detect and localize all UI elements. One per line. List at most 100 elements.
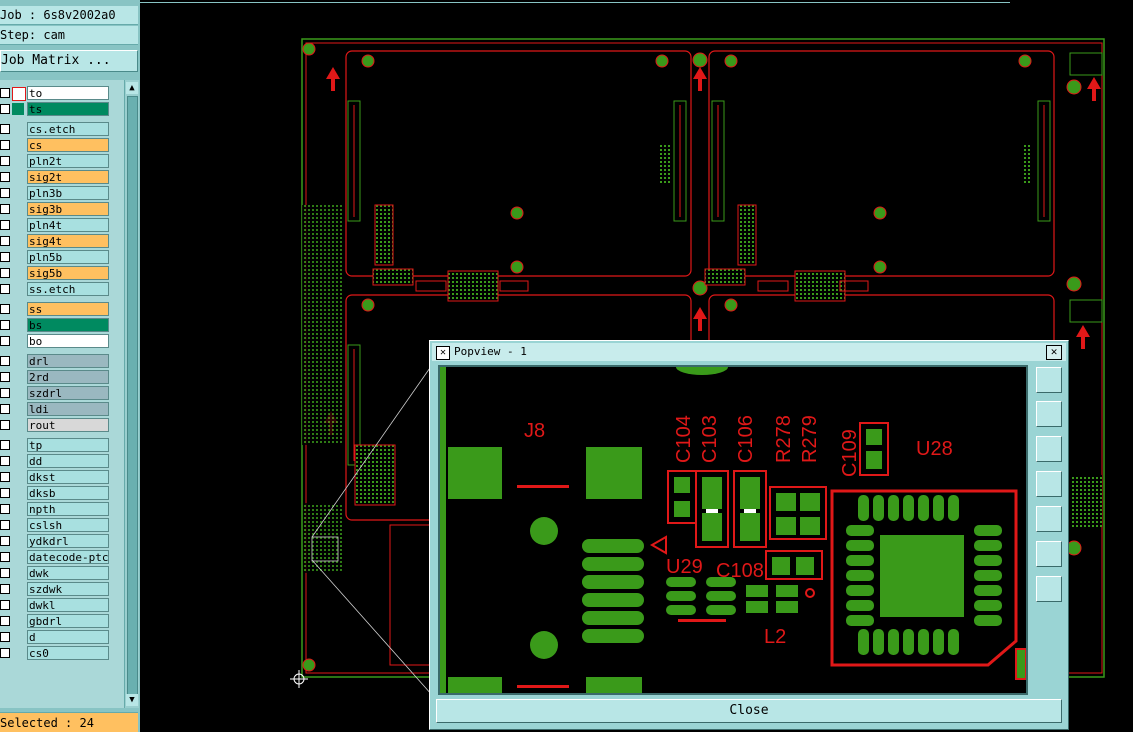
layer-row[interactable]: szdwk [0, 582, 112, 596]
layer-checkbox[interactable] [0, 552, 10, 562]
layer-checkbox[interactable] [0, 320, 10, 330]
layer-row[interactable]: sig5b [0, 266, 112, 280]
layer-checkbox[interactable] [0, 104, 10, 114]
zoom-in-icon[interactable] [1036, 541, 1062, 567]
layer-name[interactable]: cslsh [27, 518, 109, 532]
zoom-fit-icon[interactable] [1036, 367, 1062, 393]
layer-checkbox[interactable] [0, 356, 10, 366]
layer-name[interactable]: pln5b [27, 250, 109, 264]
scroll-up-icon[interactable]: ▲ [126, 82, 138, 94]
layer-row[interactable]: pln4t [0, 218, 112, 232]
layer-name[interactable]: tp [27, 438, 109, 452]
layer-row[interactable]: sig3b [0, 202, 112, 216]
scroll-down-icon[interactable]: ▼ [126, 694, 138, 706]
layer-row[interactable]: cs0 [0, 646, 112, 660]
layer-name[interactable]: dwk [27, 566, 109, 580]
layer-name[interactable]: drl [27, 354, 109, 368]
layer-row[interactable]: pln5b [0, 250, 112, 264]
layer-name[interactable]: ss.etch [27, 282, 109, 296]
layer-checkbox[interactable] [0, 124, 10, 134]
pan-right-icon[interactable] [1036, 506, 1062, 532]
scroll-thumb[interactable] [127, 96, 138, 696]
layer-row[interactable]: dksb [0, 486, 112, 500]
layer-name[interactable]: pln3b [27, 186, 109, 200]
layer-checkbox[interactable] [0, 284, 10, 294]
layer-row[interactable]: bo [0, 334, 112, 348]
layer-checkbox[interactable] [0, 616, 10, 626]
layer-row[interactable]: dd [0, 454, 112, 468]
layer-checkbox[interactable] [0, 204, 10, 214]
layer-checkbox[interactable] [0, 268, 10, 278]
layer-checkbox[interactable] [0, 172, 10, 182]
layer-row[interactable]: ss.etch [0, 282, 112, 296]
layer-row[interactable]: tp [0, 438, 112, 452]
layer-name[interactable]: bo [27, 334, 109, 348]
close-button[interactable]: Close [436, 699, 1062, 723]
layer-row[interactable]: ss [0, 302, 112, 316]
layer-name[interactable]: dksb [27, 486, 109, 500]
layer-row[interactable]: ts [0, 102, 112, 116]
layer-name[interactable]: 2rd [27, 370, 109, 384]
layer-row[interactable]: pln2t [0, 154, 112, 168]
layer-checkbox[interactable] [0, 440, 10, 450]
layer-row[interactable]: to [0, 86, 112, 101]
layer-checkbox[interactable] [0, 648, 10, 658]
job-matrix-button[interactable]: Job Matrix ... [0, 50, 138, 72]
layer-row[interactable]: rout [0, 418, 112, 432]
layer-checkbox[interactable] [0, 220, 10, 230]
layer-checkbox[interactable] [0, 568, 10, 578]
layer-row[interactable]: dkst [0, 470, 112, 484]
layer-name[interactable]: dwkl [27, 598, 109, 612]
layer-name[interactable]: sig3b [27, 202, 109, 216]
layer-row[interactable]: 2rd [0, 370, 112, 384]
layer-name[interactable]: pln2t [27, 154, 109, 168]
layer-name[interactable]: szdrl [27, 386, 109, 400]
layer-checkbox[interactable] [0, 420, 10, 430]
layer-row[interactable]: gbdrl [0, 614, 112, 628]
popview-canvas[interactable]: J8 C104 C103 C106 R278 R279 C109 U28 U29… [438, 365, 1028, 695]
layer-row[interactable]: sig4t [0, 234, 112, 248]
layer-name[interactable]: gbdrl [27, 614, 109, 628]
layer-checkbox[interactable] [0, 188, 10, 198]
layer-row[interactable]: d [0, 630, 112, 644]
layer-checkbox[interactable] [0, 388, 10, 398]
layer-name[interactable]: rout [27, 418, 109, 432]
layer-name[interactable]: ts [27, 102, 109, 116]
layer-row[interactable]: npth [0, 502, 112, 516]
layer-checkbox[interactable] [0, 404, 10, 414]
layer-row[interactable]: drl [0, 354, 112, 368]
layer-row[interactable]: sig2t [0, 170, 112, 184]
pan-down-icon[interactable] [1036, 436, 1062, 462]
layer-name[interactable]: dd [27, 454, 109, 468]
layer-checkbox[interactable] [0, 140, 10, 150]
layer-checkbox[interactable] [0, 520, 10, 530]
layer-name[interactable]: cs.etch [27, 122, 109, 136]
layer-name[interactable]: datecode-ptc [27, 550, 109, 564]
layer-name[interactable]: szdwk [27, 582, 109, 596]
layer-name[interactable]: sig2t [27, 170, 109, 184]
layer-row[interactable]: cs.etch [0, 122, 112, 136]
layer-checkbox[interactable] [0, 504, 10, 514]
layer-checkbox[interactable] [0, 472, 10, 482]
layer-checkbox[interactable] [0, 632, 10, 642]
layer-checkbox[interactable] [0, 536, 10, 546]
layer-name[interactable]: npth [27, 502, 109, 516]
layer-checkbox[interactable] [0, 88, 10, 98]
close-icon[interactable]: ✕ [1046, 345, 1062, 360]
layer-row[interactable]: ydkdrl [0, 534, 112, 548]
layer-name[interactable]: ldi [27, 402, 109, 416]
layer-list-scrollbar[interactable]: ▲ ▼ [124, 80, 139, 708]
pan-up-icon[interactable] [1036, 401, 1062, 427]
layer-name[interactable]: ydkdrl [27, 534, 109, 548]
layer-row[interactable]: pln3b [0, 186, 112, 200]
layer-name[interactable]: ss [27, 302, 109, 316]
pan-left-icon[interactable] [1036, 471, 1062, 497]
layer-checkbox[interactable] [0, 600, 10, 610]
layer-checkbox[interactable] [0, 488, 10, 498]
layer-name[interactable]: dkst [27, 470, 109, 484]
layer-checkbox[interactable] [0, 304, 10, 314]
layer-checkbox[interactable] [0, 584, 10, 594]
layer-name[interactable]: sig4t [27, 234, 109, 248]
layer-name[interactable]: pln4t [27, 218, 109, 232]
layer-name[interactable]: d [27, 630, 109, 644]
